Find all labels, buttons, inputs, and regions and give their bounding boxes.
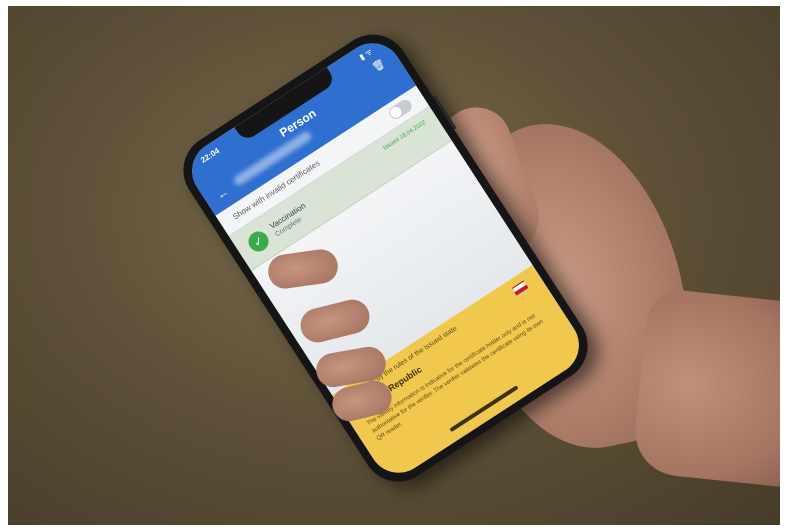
photo-background: 22:04 ▮ ᯤ 🗑 Person ← Show with invalid c…	[0, 0, 788, 531]
czech-flag-icon	[511, 280, 529, 297]
status-icons: ▮ ᯤ	[357, 46, 375, 62]
home-indicator[interactable]	[449, 385, 519, 433]
back-arrow-icon[interactable]: ←	[214, 184, 232, 202]
status-time: 22:04	[199, 146, 222, 165]
toggle-knob	[388, 104, 404, 120]
check-icon: ✓	[244, 227, 273, 256]
forearm	[630, 287, 788, 488]
